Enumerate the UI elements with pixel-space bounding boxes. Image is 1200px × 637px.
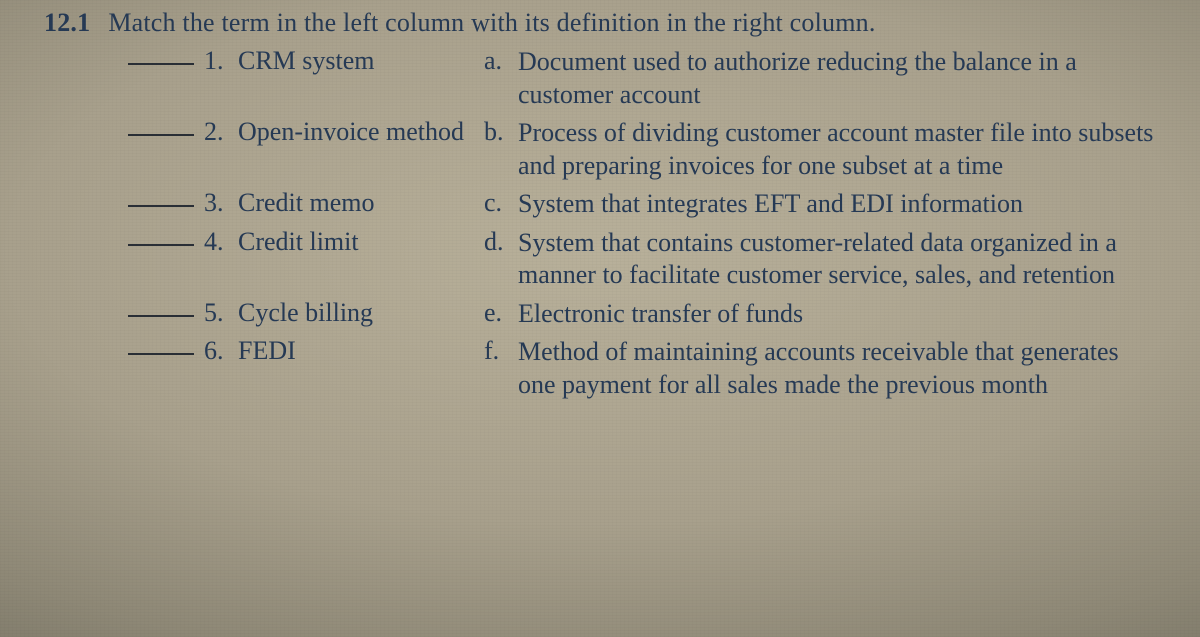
definition-cell: d. System that contains customer-related… <box>484 227 1160 292</box>
definition-cell: f. Method of maintaining accounts receiv… <box>484 336 1160 401</box>
definition-letter: b. <box>484 117 518 147</box>
instruction-line: 12.1 Match the term in the left column wi… <box>44 8 1160 38</box>
term-text: Credit memo <box>238 188 374 218</box>
term-number: 5. <box>204 298 238 328</box>
definition-letter: d. <box>484 227 518 257</box>
definition-cell: b. Process of dividing customer account … <box>484 117 1160 182</box>
match-row: 6. FEDI f. Method of maintaining account… <box>44 336 1160 401</box>
definition-text: Method of maintaining accounts receivabl… <box>518 336 1160 401</box>
answer-blank[interactable] <box>128 244 194 246</box>
term-cell: 1. CRM system <box>44 46 484 76</box>
term-text: Cycle billing <box>238 298 373 328</box>
definition-letter: c. <box>484 188 518 218</box>
definition-text: System that contains customer-related da… <box>518 227 1160 292</box>
definition-text: Process of dividing customer account mas… <box>518 117 1160 182</box>
question-number: 12.1 <box>44 8 90 37</box>
term-number: 2. <box>204 117 238 147</box>
term-text: CRM system <box>238 46 375 76</box>
definition-cell: c. System that integrates EFT and EDI in… <box>484 188 1160 221</box>
definition-letter: f. <box>484 336 518 366</box>
term-number: 3. <box>204 188 238 218</box>
match-row: 4. Credit limit d. System that contains … <box>44 227 1160 292</box>
definition-text: Electronic transfer of funds <box>518 298 803 331</box>
term-cell: 3. Credit memo <box>44 188 484 218</box>
definition-letter: e. <box>484 298 518 328</box>
term-number: 4. <box>204 227 238 257</box>
term-cell: 5. Cycle billing <box>44 298 484 328</box>
definition-text: System that integrates EFT and EDI infor… <box>518 188 1023 221</box>
instruction-text: Match the term in the left column with i… <box>108 8 875 37</box>
answer-blank[interactable] <box>128 353 194 355</box>
match-row: 1. CRM system a. Document used to author… <box>44 46 1160 111</box>
term-cell: 2. Open-invoice method <box>44 117 484 147</box>
term-number: 6. <box>204 336 238 366</box>
term-cell: 6. FEDI <box>44 336 484 366</box>
page: 12.1 Match the term in the left column wi… <box>0 0 1200 637</box>
answer-blank[interactable] <box>128 205 194 207</box>
answer-blank[interactable] <box>128 134 194 136</box>
term-number: 1. <box>204 46 238 76</box>
term-text: Credit limit <box>238 227 359 257</box>
term-text: Open-invoice method <box>238 117 464 147</box>
definition-text: Document used to authorize reducing the … <box>518 46 1160 111</box>
match-row: 3. Credit memo c. System that integrates… <box>44 188 1160 221</box>
match-row: 5. Cycle billing e. Electronic transfer … <box>44 298 1160 331</box>
match-row: 2. Open-invoice method b. Process of div… <box>44 117 1160 182</box>
term-text: FEDI <box>238 336 296 366</box>
definition-cell: e. Electronic transfer of funds <box>484 298 1160 331</box>
term-cell: 4. Credit limit <box>44 227 484 257</box>
definition-letter: a. <box>484 46 518 76</box>
answer-blank[interactable] <box>128 315 194 317</box>
answer-blank[interactable] <box>128 63 194 65</box>
definition-cell: a. Document used to authorize reducing t… <box>484 46 1160 111</box>
